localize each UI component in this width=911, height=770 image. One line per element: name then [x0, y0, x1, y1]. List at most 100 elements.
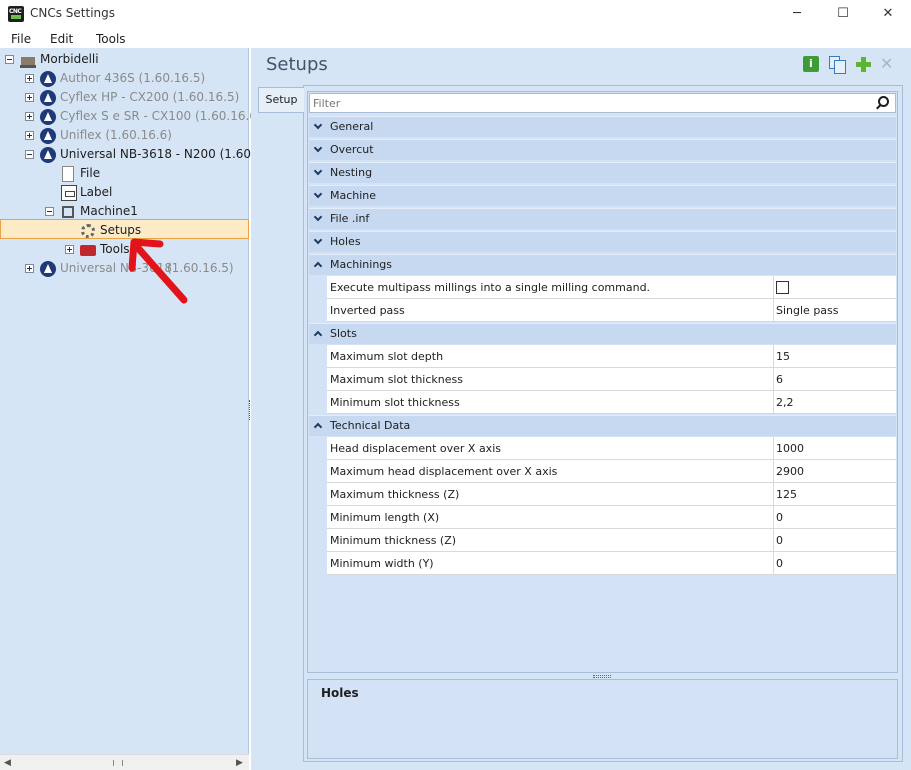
tree-node-uniflex[interactable]: Uniflex (1.60.16.6) [0, 126, 249, 145]
property-value[interactable]: 2,2 [773, 391, 896, 413]
property-name: Minimum length (X) [330, 511, 440, 524]
delete-icon[interactable]: ✕ [880, 56, 896, 72]
tree-node-tools[interactable]: Tools [0, 240, 249, 259]
description-splitter[interactable] [593, 675, 611, 678]
property-row[interactable]: Maximum thickness (Z) 125 [327, 483, 896, 506]
property-row[interactable]: Minimum width (Y) 0 [327, 552, 896, 575]
panel-splitter[interactable] [249, 400, 251, 420]
category-nesting[interactable]: Nesting [309, 162, 896, 183]
info-icon[interactable] [803, 56, 819, 72]
scroll-thumb[interactable] [113, 760, 123, 766]
property-value[interactable]: 15 [773, 345, 896, 367]
expand-icon[interactable] [25, 93, 34, 102]
scroll-right-icon[interactable]: ▶ [236, 758, 243, 768]
tree-node-universal-2[interactable]: Universal NB-3618 (1.60.16.5) [0, 259, 249, 278]
chevron-up-icon [314, 329, 322, 337]
expand-icon[interactable] [25, 74, 34, 83]
filter-box [309, 93, 896, 113]
property-row[interactable]: Maximum slot depth 15 [327, 345, 896, 368]
property-value[interactable]: Single pass [773, 299, 896, 321]
property-name: Inverted pass [330, 304, 405, 317]
tree-node-universal-n200[interactable]: Universal NB-3618 - N200 (1.60... [0, 145, 262, 164]
property-name: Execute multipass millings into a single… [330, 281, 651, 294]
category-slots[interactable]: Slots [309, 323, 896, 344]
property-value[interactable]: 0 [773, 529, 896, 551]
property-name: Maximum thickness (Z) [330, 488, 460, 501]
collapse-icon[interactable] [25, 150, 34, 159]
tree-node-file[interactable]: File [0, 164, 249, 183]
tree-node-label: Tools [100, 242, 130, 256]
property-row[interactable]: Minimum thickness (Z) 0 [327, 529, 896, 552]
collapse-icon[interactable] [5, 55, 14, 64]
machine-logo-icon [40, 147, 56, 163]
close-button[interactable]: ✕ [865, 0, 911, 28]
category-label: File .inf [330, 212, 370, 225]
copy-icon[interactable] [829, 56, 846, 74]
chevron-up-icon [314, 260, 322, 268]
property-value[interactable] [773, 276, 896, 298]
machine-icon [62, 206, 74, 218]
tree-node-label: Uniflex (1.60.16.6) [60, 128, 172, 142]
property-row[interactable]: Maximum slot thickness 6 [327, 368, 896, 391]
add-icon[interactable] [855, 56, 871, 72]
chevron-down-icon [314, 191, 322, 199]
property-name: Maximum slot thickness [330, 373, 463, 386]
minimize-button[interactable]: ─ [774, 0, 820, 28]
tree-node-cyflex-hp[interactable]: Cyflex HP - CX200 (1.60.16.5) [0, 88, 249, 107]
property-row[interactable]: Minimum slot thickness 2,2 [327, 391, 896, 414]
property-row[interactable]: Head displacement over X axis 1000 [327, 437, 896, 460]
maximize-button[interactable]: ☐ [820, 0, 866, 28]
tree-node-machine1[interactable]: Machine1 [0, 202, 249, 221]
menu-bar: File Edit Tools [0, 28, 911, 48]
expand-icon[interactable] [25, 131, 34, 140]
property-value[interactable]: 125 [773, 483, 896, 505]
toolbox-icon [80, 245, 96, 256]
filter-input[interactable] [313, 96, 873, 111]
expand-icon[interactable] [65, 245, 74, 254]
collapse-icon[interactable] [45, 207, 54, 216]
category-technical-data[interactable]: Technical Data [309, 415, 896, 436]
factory-icon [20, 52, 36, 68]
property-value[interactable]: 2900 [773, 460, 896, 482]
chevron-down-icon [314, 237, 322, 245]
search-icon[interactable] [878, 96, 889, 107]
property-row[interactable]: Execute multipass millings into a single… [327, 276, 896, 299]
property-row[interactable]: Inverted pass Single pass [327, 299, 896, 322]
property-value[interactable]: 0 [773, 506, 896, 528]
description-title: Holes [321, 686, 359, 700]
tree-node-author[interactable]: Author 436S (1.60.16.5) [0, 69, 249, 88]
tab-setup[interactable]: Setup [258, 87, 304, 113]
tree-node-label-node[interactable]: Label [0, 183, 249, 202]
annotation-arrow-icon [128, 238, 188, 304]
tree-node-label: Machine1 [80, 204, 138, 218]
category-file-inf[interactable]: File .inf [309, 208, 896, 229]
tree-horizontal-scrollbar[interactable]: ◀ ▶ [0, 754, 249, 770]
property-value[interactable]: 6 [773, 368, 896, 390]
property-value[interactable]: 1000 [773, 437, 896, 459]
category-label: Holes [330, 235, 361, 248]
tree-root-morbidelli[interactable]: Morbidelli [0, 50, 249, 69]
property-name: Minimum width (Y) [330, 557, 434, 570]
multipass-checkbox[interactable] [776, 281, 789, 294]
page-title: Setups [266, 54, 328, 75]
category-machine[interactable]: Machine [309, 185, 896, 206]
category-overcut[interactable]: Overcut [309, 139, 896, 160]
category-holes[interactable]: Holes [309, 231, 896, 252]
property-row[interactable]: Maximum head displacement over X axis 29… [327, 460, 896, 483]
expand-icon[interactable] [25, 112, 34, 121]
category-label: Machinings [330, 258, 393, 271]
scroll-left-icon[interactable]: ◀ [4, 758, 11, 768]
property-value[interactable]: 0 [773, 552, 896, 574]
expand-icon[interactable] [25, 264, 34, 273]
menu-file[interactable]: File [11, 32, 31, 46]
category-general[interactable]: General [309, 116, 896, 137]
machine-tree[interactable]: Morbidelli Author 436S (1.60.16.5) Cyfle… [0, 48, 262, 754]
tree-node-setups[interactable]: Setups [0, 221, 249, 240]
tree-node-cyflex-s[interactable]: Cyflex S e SR - CX100 (1.60.16.6) [0, 107, 262, 126]
menu-tools[interactable]: Tools [96, 32, 126, 46]
category-machinings[interactable]: Machinings [309, 254, 896, 275]
property-row[interactable]: Minimum length (X) 0 [327, 506, 896, 529]
tree-node-label: File [80, 166, 101, 180]
menu-edit[interactable]: Edit [50, 32, 73, 46]
machine-logo-icon [40, 109, 56, 125]
